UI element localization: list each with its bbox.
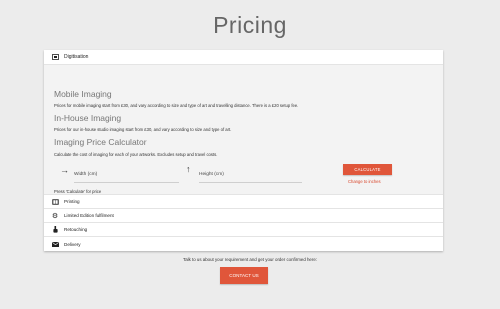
hand-icon: [50, 226, 60, 233]
accordion-item-label: Digitisation: [64, 54, 89, 60]
width-input[interactable]: [74, 182, 179, 183]
accordion-item-printing[interactable]: Printing: [44, 195, 443, 209]
accordion-item-retouching[interactable]: Retouching: [44, 223, 443, 237]
height-input[interactable]: [199, 182, 302, 183]
accordion-item-label: Printing: [64, 199, 80, 204]
mobile-imaging-text: Prices for mobile imaging start from £30…: [54, 103, 299, 108]
accordion-item-label: Limited Edition fulfilment: [64, 213, 114, 218]
contact-us-button[interactable]: CONTACT US: [220, 267, 268, 284]
arrow-up-icon: ↑: [186, 164, 191, 174]
calculator-text: Calculate the cost of imaging for each o…: [54, 152, 218, 157]
width-label: Width (cm): [74, 172, 98, 177]
contact-prompt: Talk to us about your requirement and ge…: [183, 257, 317, 262]
mobile-imaging-heading: Mobile Imaging: [54, 89, 112, 99]
accordion-item-label: Retouching: [64, 227, 88, 232]
digitisation-content: Mobile Imaging Prices for mobile imaging…: [44, 65, 443, 195]
envelope-icon: [50, 241, 60, 247]
calculate-button[interactable]: CALCULATE: [343, 164, 392, 175]
pricing-accordion: Digitisation Mobile Imaging Prices for m…: [44, 50, 443, 251]
calculate-note: Press 'Calculate' for price: [54, 189, 102, 194]
gear-icon: ⚙: [51, 212, 59, 220]
inhouse-imaging-text: Prices for our in-house studio imaging s…: [54, 127, 232, 132]
accordion-item-digitisation[interactable]: Digitisation: [44, 50, 443, 65]
height-label: Height (cm): [199, 172, 224, 177]
calculator-heading: Imaging Price Calculator: [54, 137, 147, 147]
image-frame-icon: [50, 54, 60, 60]
change-to-inches-link[interactable]: Change to inches: [348, 179, 381, 184]
accordion-item-label: Delivery: [64, 241, 81, 247]
arrow-right-icon: →: [60, 165, 69, 175]
inhouse-imaging-heading: In-House Imaging: [54, 113, 122, 123]
book-icon: [50, 198, 60, 205]
page-title: Pricing: [213, 12, 287, 38]
accordion-item-delivery[interactable]: Delivery: [44, 237, 443, 251]
accordion-item-limited-edition[interactable]: ⚙ Limited Edition fulfilment: [44, 209, 443, 223]
